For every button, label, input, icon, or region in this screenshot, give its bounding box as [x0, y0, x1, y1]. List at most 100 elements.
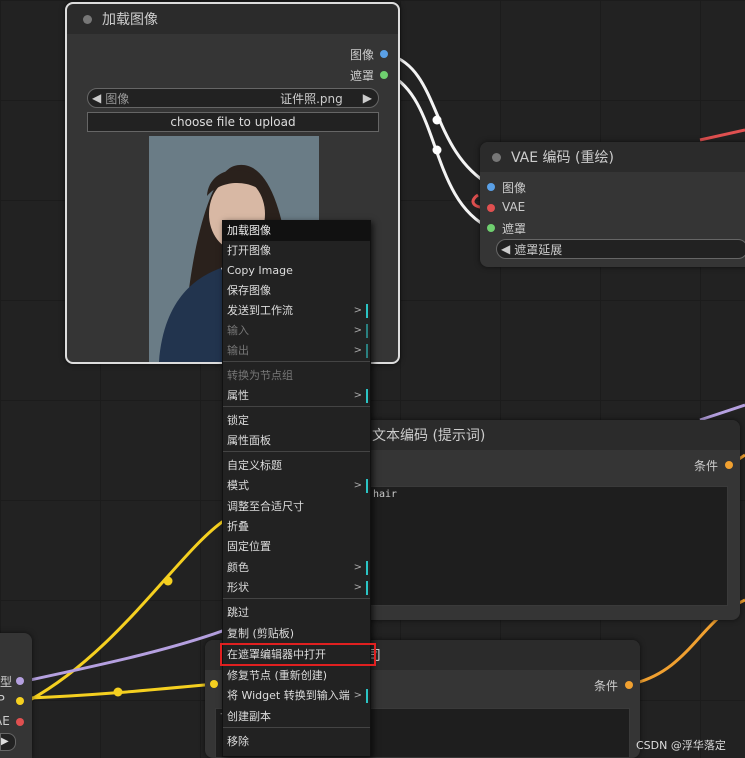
menu-item-13[interactable]: 模式 > [223, 476, 370, 496]
chevron-right-icon: > [353, 390, 362, 401]
conditioning-output-socket[interactable] [725, 461, 733, 469]
menu-item-12[interactable]: 自定义标题 [223, 456, 370, 476]
chevron-right-icon: > [353, 305, 362, 316]
left-node-label-clip: IP [0, 693, 5, 707]
menu-item-23[interactable]: 将 Widget 转换到输入端 > [223, 686, 370, 706]
menu-item-label: 发送到工作流 [227, 304, 293, 317]
menu-item-label: Copy Image [227, 264, 293, 277]
menu-item-16[interactable]: 固定位置 [223, 537, 370, 557]
image-widget-value: 证件照.png [280, 91, 343, 106]
menu-item-15[interactable]: 折叠 [223, 517, 370, 537]
submenu-indicator [366, 581, 368, 595]
mask-grow-label: 遮罩延展 [514, 242, 563, 257]
chevron-right-icon: > [353, 480, 362, 491]
chevron-right-icon[interactable]: ▶ [363, 91, 372, 105]
left-partial-node[interactable]: 型 IP AE ▶ [0, 633, 32, 758]
menu-item-label: 属性面板 [227, 434, 271, 447]
node-status-dot [83, 14, 92, 24]
vae-node-title: VAE 编码 (重绘) [511, 150, 614, 166]
chevron-right-icon: > [353, 562, 362, 573]
clip-output-socket[interactable] [16, 697, 24, 705]
submenu-indicator [366, 389, 368, 403]
vae-node-header[interactable]: VAE 编码 (重绘) [480, 142, 745, 172]
menu-item-19[interactable]: 跳过 [223, 603, 370, 623]
output-label-conditioning: 条件 [693, 459, 718, 473]
menu-item-5[interactable]: 发送到工作流 > [223, 301, 370, 321]
menu-item-label: 复制 (剪贴板) [227, 627, 295, 640]
menu-item-label: 修复节点 (重新创建) [227, 669, 328, 682]
input-label-mask: 遮罩 [502, 222, 527, 236]
submenu-indicator [366, 479, 368, 493]
mask-input-socket[interactable] [487, 224, 495, 232]
image-select-widget[interactable]: ◀ 图像 证件照.png ▶ [87, 88, 379, 108]
menu-item-8[interactable]: 转换为节点组 [223, 366, 370, 386]
chevron-left-icon[interactable]: ◀ [92, 91, 101, 105]
menu-separator [223, 406, 370, 407]
input-label-image: 图像 [502, 181, 527, 195]
menu-item-label: 转换为节点组 [227, 369, 293, 382]
menu-item-1: 加载图像 [223, 221, 370, 241]
mask-output-socket[interactable] [380, 71, 388, 79]
load-image-node-header[interactable]: 加载图像 [67, 4, 398, 34]
submenu-indicator [366, 344, 368, 358]
output-label-conditioning-2: 条件 [593, 679, 618, 693]
menu-item-7[interactable]: 输出 > [223, 341, 370, 361]
menu-item-9[interactable]: 属性 > [223, 386, 370, 406]
prompt-textarea[interactable]: hair [368, 486, 728, 606]
submenu-indicator [366, 561, 368, 575]
model-output-socket[interactable] [16, 677, 24, 685]
menu-item-label: 模式 [227, 479, 249, 492]
menu-separator [223, 727, 370, 728]
menu-item-label: 打开图像 [227, 244, 271, 257]
vae-output-socket[interactable] [16, 718, 24, 726]
menu-item-17[interactable]: 颜色 > [223, 558, 370, 578]
menu-item-label: 固定位置 [227, 540, 271, 553]
menu-item-label: 锁定 [227, 414, 249, 427]
upload-button[interactable]: choose file to upload [87, 112, 379, 132]
menu-item-label: 颜色 [227, 561, 249, 574]
menu-item-10[interactable]: 锁定 [223, 411, 370, 431]
vae-input-socket[interactable] [487, 204, 495, 212]
menu-item-label: 创建副本 [227, 710, 271, 723]
output-label-image: 图像 [349, 48, 374, 62]
conditioning-output-socket-2[interactable] [625, 681, 633, 689]
text-node-title: 文本编码 (提示词) [372, 428, 486, 444]
submenu-indicator [366, 324, 368, 338]
menu-item-label: 移除 [227, 735, 249, 748]
menu-item-label: 保存图像 [227, 284, 271, 297]
menu-item-14[interactable]: 调整至合适尺寸 [223, 497, 370, 517]
left-node-label-vae: AE [0, 714, 10, 728]
highlight-box [220, 643, 376, 666]
menu-item-3[interactable]: Copy Image [223, 261, 370, 281]
chevron-right-icon: > [353, 582, 362, 593]
submenu-indicator [366, 304, 368, 318]
left-node-label-model: 型 [0, 675, 13, 689]
menu-item-label: 将 Widget 转换到输入端 [227, 689, 350, 702]
menu-item-2[interactable]: 打开图像 [223, 241, 370, 261]
submenu-indicator [366, 689, 368, 703]
vae-encode-node[interactable]: VAE 编码 (重绘) 图像 VAE 遮罩 ◀ 遮罩延展 [480, 142, 745, 267]
mask-grow-widget[interactable]: ◀ 遮罩延展 [496, 239, 745, 259]
image-output-socket[interactable] [380, 50, 388, 58]
menu-item-4[interactable]: 保存图像 [223, 281, 370, 301]
menu-item-22[interactable]: 修复节点 (重新创建) [223, 666, 370, 686]
input-label-vae: VAE [502, 200, 526, 214]
menu-item-label: 属性 [227, 389, 249, 402]
menu-item-18[interactable]: 形状 > [223, 578, 370, 598]
chevron-right-icon: > [353, 325, 362, 336]
chevron-right-icon: > [353, 345, 362, 356]
menu-item-6[interactable]: 输入 > [223, 321, 370, 341]
menu-item-11[interactable]: 属性面板 [223, 431, 370, 451]
menu-separator [223, 361, 370, 362]
menu-item-20[interactable]: 复制 (剪贴板) [223, 624, 370, 644]
context-menu: 加载图像 打开图像 Copy Image 保存图像 发送到工作流 > 输入 > 输出 > 转换为节点… [222, 220, 371, 757]
clip-input-socket[interactable] [210, 680, 218, 688]
chevron-left-icon[interactable]: ◀ [501, 242, 510, 256]
menu-separator [223, 451, 370, 452]
left-node-widget[interactable]: ▶ [0, 733, 16, 751]
menu-item-label: 折叠 [227, 520, 249, 533]
image-input-socket[interactable] [487, 183, 495, 191]
menu-item-24[interactable]: 创建副本 [223, 707, 370, 727]
menu-item-25[interactable]: 移除 [223, 732, 370, 752]
output-label-mask: 遮罩 [349, 69, 374, 83]
